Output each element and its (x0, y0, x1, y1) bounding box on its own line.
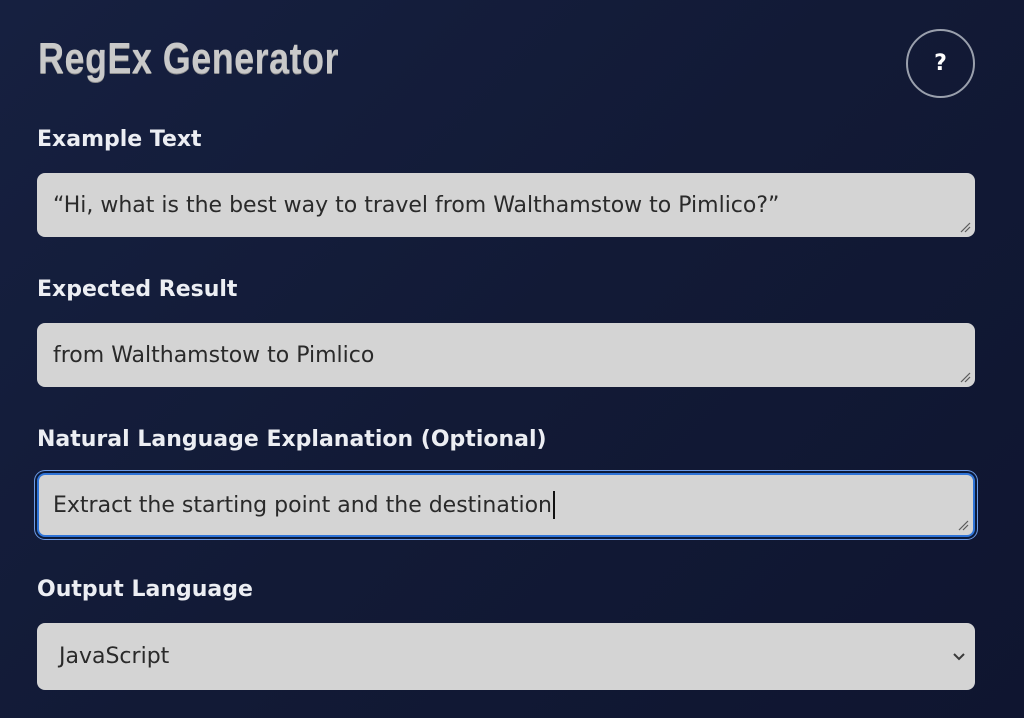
text-caret (553, 491, 555, 519)
example-text-field[interactable]: “Hi, what is the best way to travel from… (37, 173, 975, 237)
resize-grip-icon[interactable] (959, 371, 971, 383)
expected-result-value: from Walthamstow to Pimlico (53, 342, 375, 368)
resize-grip-icon[interactable] (957, 519, 969, 531)
chevron-down-icon (953, 652, 965, 660)
resize-grip-icon[interactable] (959, 221, 971, 233)
explanation-field[interactable]: Extract the starting point and the desti… (37, 473, 975, 537)
expected-result-field[interactable]: from Walthamstow to Pimlico (37, 323, 975, 387)
output-language-selected: JavaScript (59, 644, 170, 669)
expected-result-label: Expected Result (37, 277, 238, 302)
output-language-select[interactable]: JavaScript (37, 623, 975, 690)
example-text-value: “Hi, what is the best way to travel from… (53, 192, 780, 218)
page-title: RegEx Generator (38, 34, 339, 83)
explanation-label: Natural Language Explanation (Optional) (37, 427, 547, 452)
explanation-value: Extract the starting point and the desti… (53, 492, 552, 518)
example-text-label: Example Text (37, 127, 202, 152)
question-mark-icon: ? (934, 51, 947, 76)
output-language-label: Output Language (37, 577, 253, 602)
help-button[interactable]: ? (906, 29, 975, 98)
